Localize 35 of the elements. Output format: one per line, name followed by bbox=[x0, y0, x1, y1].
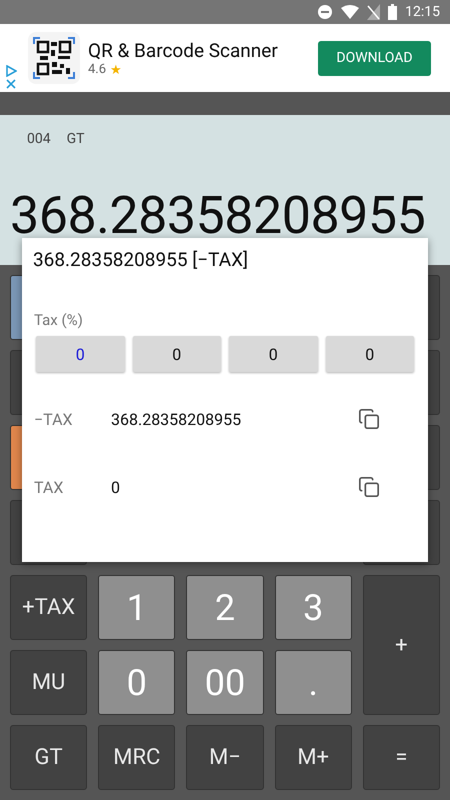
app-name: QR & Barcode Scanner bbox=[88, 38, 279, 62]
calculator-key[interactable]: = bbox=[362, 725, 440, 790]
calculator-key[interactable]: GT bbox=[10, 725, 88, 790]
result-label: −TAX bbox=[34, 410, 74, 428]
calculator-key[interactable]: M+ bbox=[274, 725, 352, 790]
close-icon[interactable] bbox=[6, 79, 16, 89]
count-indicator: 004 bbox=[27, 131, 51, 147]
ad-choices-icon[interactable] bbox=[5, 65, 17, 77]
calculator-key[interactable]: +TAX bbox=[10, 575, 88, 640]
dialog-title: 368.28358208955 [−TAX] bbox=[33, 248, 250, 271]
star-icon: ★ bbox=[110, 62, 122, 78]
calculator-key[interactable]: MU bbox=[10, 650, 88, 715]
qr-code-icon bbox=[28, 32, 80, 84]
mode-indicator: GT bbox=[66, 131, 84, 147]
tax-label: Tax (%) bbox=[34, 311, 84, 329]
no-signal-icon bbox=[367, 4, 380, 20]
tax-digit-button[interactable]: 0 bbox=[36, 336, 124, 372]
calculator-key[interactable]: + bbox=[362, 575, 440, 715]
tax-digit-button[interactable]: 0 bbox=[229, 336, 318, 372]
copy-icon[interactable] bbox=[358, 476, 380, 498]
rating: 4.6 bbox=[88, 62, 106, 77]
calculator-key[interactable]: MRC bbox=[98, 725, 176, 790]
battery-icon bbox=[388, 4, 398, 20]
copy-icon[interactable] bbox=[358, 408, 380, 430]
calculator-key[interactable]: M− bbox=[186, 725, 264, 790]
tax-digit-button[interactable]: 0 bbox=[326, 336, 414, 372]
do-not-disturb-icon bbox=[317, 4, 334, 20]
result-value: 368.28358208955 bbox=[111, 410, 242, 428]
download-button[interactable]: DOWNLOAD bbox=[318, 40, 431, 76]
wifi-icon bbox=[341, 5, 360, 19]
result-label: TAX bbox=[34, 478, 64, 496]
tax-digit-button[interactable]: 0 bbox=[132, 336, 221, 372]
display-value: 368.28358208955 bbox=[10, 185, 426, 246]
result-value: 0 bbox=[111, 478, 121, 496]
clock: 12:15 bbox=[405, 4, 440, 20]
